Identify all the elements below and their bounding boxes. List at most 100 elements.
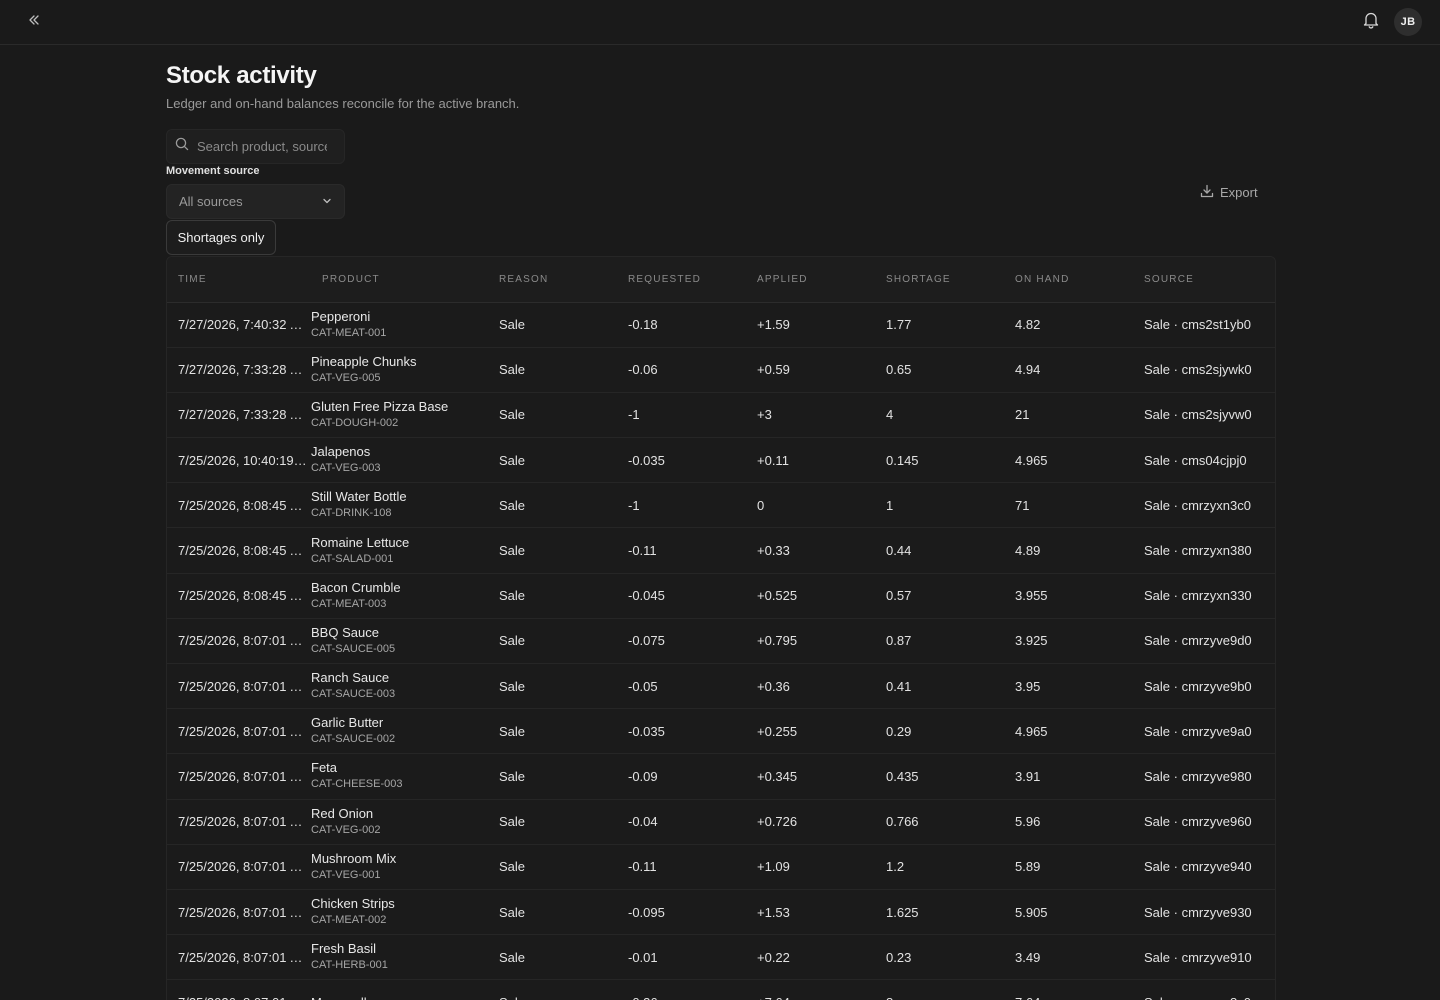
collapse-sidebar-button[interactable]: [22, 11, 46, 33]
table-row[interactable]: 7/25/2026, 10:40:19 AM Jalapenos CAT-VEG-0…: [167, 437, 1275, 484]
cell-on-hand: 3.925: [1004, 618, 1133, 665]
table-row[interactable]: 7/25/2026, 8:07:01 AM Fresh Basil CAT-HERB…: [167, 934, 1275, 981]
column-header-requested[interactable]: REQUESTED: [617, 257, 746, 303]
cell-applied: +1.59: [746, 302, 875, 348]
movement-source-select[interactable]: All sources: [166, 184, 345, 219]
movement-source-value: All sources: [179, 194, 243, 209]
cell-shortage: 1.625: [875, 889, 1004, 936]
cell-requested: -0.05: [617, 663, 746, 710]
cell-applied: +7.64: [746, 979, 875, 1000]
movement-source-label: Movement source: [166, 165, 260, 177]
table-row[interactable]: 7/25/2026, 8:08:45 AM Still Water Bottle C…: [167, 482, 1275, 529]
cell-source: Sale · cmrzyve940: [1133, 844, 1275, 890]
product-sku: CAT-MEAT-003: [311, 597, 387, 610]
product-name: Gluten Free Pizza Base: [311, 398, 449, 414]
cell-requested: -0.11: [617, 844, 746, 890]
cell-shortage: 8: [875, 979, 1004, 1000]
product-name: Chicken Strips: [311, 896, 395, 912]
cell-time: 7/27/2026, 7:33:28 AM: [167, 392, 311, 439]
column-header-product[interactable]: PRODUCT: [311, 257, 488, 303]
cell-time: 7/25/2026, 8:07:01 AM: [167, 708, 311, 755]
cell-on-hand: 3.955: [1004, 573, 1133, 619]
cell-shortage: 1.2: [875, 844, 1004, 890]
table-row[interactable]: 7/25/2026, 8:07:01 AM Mushroom Mix CAT-VEG…: [167, 844, 1275, 890]
cell-requested: -0.035: [617, 708, 746, 755]
column-header-applied[interactable]: APPLIED: [746, 257, 875, 303]
table-row[interactable]: 7/25/2026, 8:07:01 AM Garlic Butter CAT-SA…: [167, 708, 1275, 755]
cell-time: 7/25/2026, 8:07:01 AM: [167, 979, 311, 1000]
cell-time: 7/25/2026, 8:07:01 AM: [167, 934, 311, 981]
cell-product: Jalapenos CAT-VEG-003: [311, 437, 488, 484]
cell-time: 7/25/2026, 8:07:01 AM: [167, 799, 311, 845]
table-row[interactable]: 7/25/2026, 8:08:45 AM Romaine Lettuce CAT-…: [167, 527, 1275, 574]
cell-reason: Sale: [488, 753, 617, 800]
cell-applied: +0.255: [746, 708, 875, 755]
stock-activity-table: TIME PRODUCT REASON REQUESTED APPLIED SH…: [166, 256, 1276, 1000]
column-header-time[interactable]: TIME: [167, 257, 311, 303]
table-row[interactable]: 7/25/2026, 8:07:01 AM Feta CAT-CHEESE-003 S…: [167, 753, 1275, 800]
table-row[interactable]: 7/25/2026, 8:07:01 AM Red Onion CAT-VEG-00…: [167, 799, 1275, 845]
cell-shortage: 0.41: [875, 663, 1004, 710]
table-row[interactable]: 7/25/2026, 8:07:01 AM Ranch Sauce CAT-SAUC…: [167, 663, 1275, 710]
cell-reason: Sale: [488, 979, 617, 1000]
product-name: Bacon Crumble: [311, 579, 401, 595]
table-row[interactable]: 7/25/2026, 8:07:01 AMMozzarellaSale-0.36…: [167, 979, 1275, 1000]
product-name: Garlic Butter: [311, 715, 384, 731]
product-name: Fresh Basil: [311, 941, 377, 957]
cell-reason: Sale: [488, 392, 617, 439]
table-row[interactable]: 7/27/2026, 7:33:28 AM Pineapple Chunks CAT…: [167, 347, 1275, 393]
shortages-only-toggle[interactable]: Shortages only: [166, 220, 276, 255]
cell-reason: Sale: [488, 934, 617, 981]
column-header-reason[interactable]: REASON: [488, 257, 617, 303]
table-header-row: TIME PRODUCT REASON REQUESTED APPLIED SH…: [167, 257, 1275, 303]
table-row[interactable]: 7/25/2026, 8:07:01 AM BBQ Sauce CAT-SAUCE-…: [167, 618, 1275, 665]
product-name: Ranch Sauce: [311, 670, 390, 686]
cell-shortage: 1: [875, 482, 1004, 529]
product-sku: CAT-SALAD-001: [311, 552, 394, 565]
cell-source: Sale · cmrzyxn330: [1133, 573, 1275, 619]
cell-source: Sale · cms2st1yb0: [1133, 302, 1275, 348]
cell-source: Sale · cmrzyve960: [1133, 799, 1275, 845]
cell-on-hand: 7.64: [1004, 979, 1133, 1000]
cell-on-hand: 4.82: [1004, 302, 1133, 348]
page-subtitle: Ledger and on-hand balances reconcile fo…: [166, 96, 520, 111]
avatar[interactable]: JB: [1394, 8, 1422, 36]
cell-reason: Sale: [488, 347, 617, 393]
table-row[interactable]: 7/25/2026, 8:08:45 AM Bacon Crumble CAT-ME…: [167, 573, 1275, 619]
column-header-source[interactable]: SOURCE: [1133, 257, 1275, 303]
cell-on-hand: 4.94: [1004, 347, 1133, 393]
product-sku: CAT-SAUCE-005: [311, 642, 396, 655]
table-row[interactable]: 7/27/2026, 7:40:32 AM Pepperoni CAT-MEAT-0…: [167, 302, 1275, 348]
cell-time: 7/25/2026, 8:08:45 AM: [167, 527, 311, 574]
column-header-shortage[interactable]: SHORTAGE: [875, 257, 1004, 303]
cell-applied: +0.22: [746, 934, 875, 981]
cell-on-hand: 5.89: [1004, 844, 1133, 890]
cell-source: Sale · cmrzyve980: [1133, 753, 1275, 800]
cell-requested: -0.045: [617, 573, 746, 619]
table-row[interactable]: 7/27/2026, 7:33:28 AM Gluten Free Pizza B…: [167, 392, 1275, 439]
cell-on-hand: 4.965: [1004, 708, 1133, 755]
export-button[interactable]: Export: [1200, 180, 1272, 204]
cell-reason: Sale: [488, 302, 617, 348]
cell-product: Chicken Strips CAT-MEAT-002: [311, 889, 488, 936]
cell-applied: +0.726: [746, 799, 875, 845]
cell-source: Sale · cms04cjpj0: [1133, 437, 1275, 484]
page-title: Stock activity: [166, 62, 317, 89]
cell-requested: -0.11: [617, 527, 746, 574]
column-header-on-hand[interactable]: ON HAND: [1004, 257, 1133, 303]
table-row[interactable]: 7/25/2026, 8:07:01 AM Chicken Strips CAT-M…: [167, 889, 1275, 936]
cell-applied: +1.53: [746, 889, 875, 936]
cell-shortage: 0.65: [875, 347, 1004, 393]
cell-shortage: 0.57: [875, 573, 1004, 619]
product-sku: CAT-VEG-001: [311, 868, 381, 881]
cell-reason: Sale: [488, 708, 617, 755]
cell-requested: -0.075: [617, 618, 746, 665]
product-name: Red Onion: [311, 805, 374, 821]
cell-applied: +0.11: [746, 437, 875, 484]
cell-applied: +0.345: [746, 753, 875, 800]
cell-applied: +3: [746, 392, 875, 439]
cell-requested: -1: [617, 482, 746, 529]
cell-source: Sale · cmrzyve9b0: [1133, 663, 1275, 710]
search-input[interactable]: [197, 139, 327, 154]
notifications-button[interactable]: [1359, 10, 1383, 34]
